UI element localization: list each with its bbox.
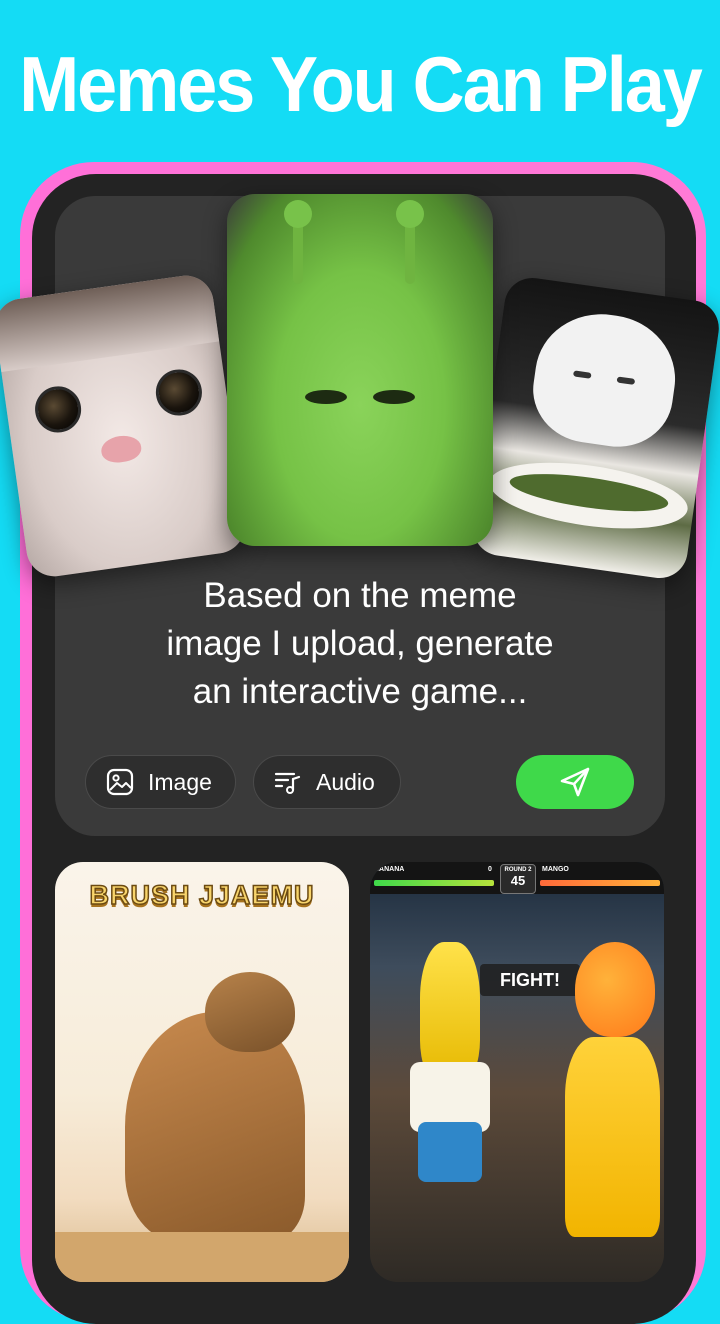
game-title: BRUSH JJAEMU — [89, 879, 315, 911]
send-button[interactable] — [516, 755, 634, 809]
mango-dress — [565, 1037, 660, 1237]
cat-eye-right — [152, 366, 205, 419]
meme-image-cat-wide-eyes[interactable] — [0, 272, 249, 580]
cat-head — [205, 972, 295, 1052]
game-card-brush[interactable]: BRUSH JJAEMU — [55, 862, 349, 1282]
antenna-ball-right — [396, 200, 424, 228]
banana-shorts — [418, 1122, 482, 1182]
music-note-icon — [274, 772, 301, 794]
prompt-line-3: an interactive game... — [192, 672, 528, 711]
cat-eye-left — [32, 383, 85, 436]
white-cat-head — [526, 305, 684, 454]
player2-health-bar — [540, 880, 660, 886]
player2-name: MANGO — [542, 866, 569, 873]
game-card-fight[interactable]: BANANA 0 ROUND 2 45 MANGO FIGHT! — [370, 862, 664, 1282]
audio-button[interactable]: Audio — [253, 755, 401, 809]
round-indicator: ROUND 2 45 — [500, 864, 536, 894]
player1-score: 0 — [488, 866, 492, 873]
floor — [55, 1232, 349, 1282]
antenna-ball-left — [284, 200, 312, 228]
round-timer: 45 — [510, 873, 526, 888]
meme-image-smudge-cat[interactable] — [469, 274, 720, 582]
prompt-text: Based on the meme image I upload, genera… — [120, 572, 600, 716]
player1-name: BANANA — [374, 866, 405, 873]
send-paper-plane-icon — [560, 767, 590, 797]
prompt-line-1: Based on the meme — [203, 576, 517, 615]
alien-eye-right — [373, 390, 415, 404]
image-button[interactable]: Image — [85, 755, 236, 809]
headline: Memes You Can Play — [19, 41, 703, 129]
fight-banner: FIGHT! — [480, 964, 580, 996]
meme-image-alien-cat[interactable] — [227, 194, 493, 546]
alien-eye-left — [305, 390, 347, 404]
prompt-line-2: image I upload, generate — [166, 624, 554, 663]
fight-hud: BANANA 0 ROUND 2 45 MANGO — [370, 862, 664, 894]
mango-character — [575, 942, 655, 1037]
cat-nose — [99, 433, 143, 465]
player1-health-bar — [374, 880, 494, 886]
banana-character — [420, 942, 480, 1082]
cat-body — [125, 1012, 305, 1242]
image-icon — [106, 768, 134, 796]
audio-button-label: Audio — [316, 768, 375, 795]
image-button-label: Image — [148, 768, 212, 795]
